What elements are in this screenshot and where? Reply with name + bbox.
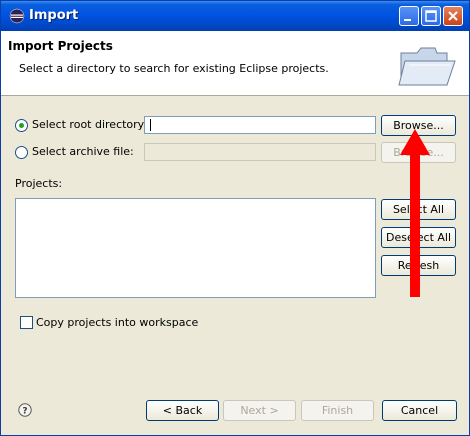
minimize-button[interactable]	[399, 6, 419, 26]
cancel-button[interactable]: Cancel	[382, 400, 457, 421]
next-button[interactable]: Next >	[223, 400, 296, 421]
help-icon[interactable]: ?	[18, 403, 32, 417]
copy-projects-checkbox[interactable]	[20, 316, 33, 329]
page-title: Import Projects	[8, 39, 113, 53]
page-description: Select a directory to search for existin…	[19, 62, 329, 75]
projects-list[interactable]	[15, 198, 376, 298]
archive-file-radio[interactable]	[15, 146, 28, 159]
title-bar[interactable]: Import	[1, 1, 469, 31]
wizard-header: Import Projects Select a directory to se…	[1, 31, 469, 96]
svg-text:?: ?	[22, 407, 27, 417]
maximize-button[interactable]	[421, 6, 441, 26]
eclipse-icon	[9, 8, 25, 24]
import-dialog: Import Import Projects Select a director…	[0, 0, 470, 436]
close-button[interactable]	[443, 6, 463, 26]
text-caret	[150, 119, 151, 131]
projects-label: Projects:	[15, 177, 63, 190]
root-directory-radio[interactable]	[15, 119, 28, 132]
maximize-icon	[425, 10, 437, 22]
archive-file-input[interactable]	[144, 143, 376, 161]
folder-open-icon	[398, 47, 456, 86]
back-button[interactable]: < Back	[146, 400, 219, 421]
root-directory-input[interactable]	[144, 116, 376, 134]
minimize-icon	[404, 19, 411, 21]
red-arrow-up	[400, 129, 430, 297]
copy-projects-label[interactable]: Copy projects into workspace	[36, 316, 198, 329]
window-title: Import	[29, 8, 79, 23]
radio-selected-dot	[19, 123, 24, 128]
root-directory-label[interactable]: Select root directory:	[32, 118, 147, 131]
archive-file-label[interactable]: Select archive file:	[32, 145, 134, 158]
finish-button[interactable]: Finish	[301, 400, 374, 421]
close-icon	[448, 11, 458, 21]
